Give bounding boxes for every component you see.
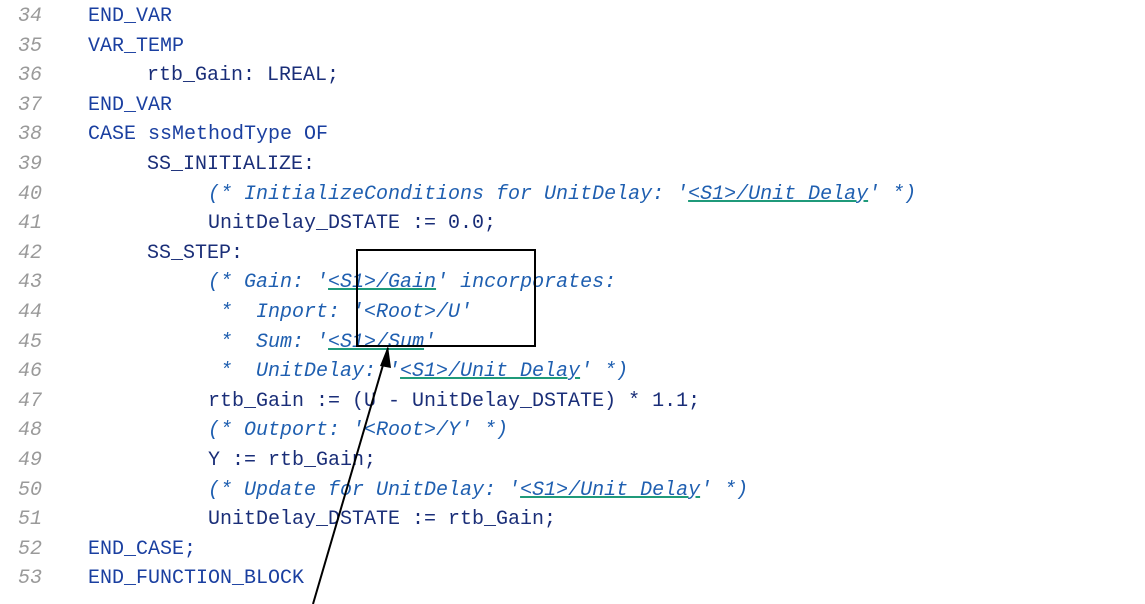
line-number: 52: [18, 537, 43, 561]
code-text: UnitDelay_DSTATE := rtb_Gain;: [208, 505, 556, 535]
code-comment: ' *): [700, 478, 749, 502]
block-link[interactable]: <S1>/Unit Delay: [688, 183, 868, 206]
code-text: (* Update for UnitDelay: '<S1>/Unit Dela…: [208, 476, 748, 506]
line-number: 37: [18, 93, 43, 117]
code-token: SS_STEP:: [147, 241, 244, 265]
code-token: rtb_Gain: LREAL;: [147, 64, 340, 88]
code-comment: * UnitDelay: ': [208, 360, 401, 384]
code-token: END_VAR: [88, 93, 173, 117]
code-token: Y := rtb_Gain;: [208, 449, 377, 472]
code-comment: ': [424, 330, 437, 354]
line-number: 46: [18, 360, 43, 384]
code-text: rtb_Gain: LREAL;: [147, 61, 339, 91]
line-number: 43: [18, 271, 43, 295]
code-token: END_VAR: [88, 5, 173, 28]
code-text: CASE ssMethodType OF: [88, 120, 328, 150]
code-listing: 34 END_VAR 35 VAR_TEMP 36 rtb_Gain: LREAL; 37 E…: [0, 0, 1145, 604]
line-number: 35: [18, 34, 43, 58]
code-comment: (* Update for UnitDelay: ': [208, 478, 521, 502]
line-number: 51: [18, 508, 43, 532]
code-comment: * Inport: '<Root>/U': [208, 301, 473, 324]
code-token: SS_INITIALIZE:: [147, 153, 316, 176]
line-number: 36: [18, 64, 43, 88]
code-text: (* Gain: '<S1>/Gain' incorporates:: [208, 268, 616, 298]
line-number: 47: [18, 389, 43, 413]
code-text: VAR_TEMP: [88, 32, 184, 62]
code-token: CASE ssMethodType OF: [88, 123, 329, 147]
code-token: VAR_TEMP: [88, 34, 185, 58]
code-text: SS_STEP:: [147, 239, 243, 269]
code-token: END_FUNCTION_BLOCK: [88, 567, 305, 591]
code-text: END_VAR: [88, 2, 172, 32]
block-link[interactable]: <S1>/Unit Delay: [520, 479, 700, 502]
line-number: 42: [18, 241, 43, 265]
line-number: 48: [18, 419, 43, 443]
line-number: 53: [18, 567, 43, 591]
code-token: UnitDelay_DSTATE := rtb_Gain;: [208, 508, 557, 532]
code-comment: ' *): [868, 182, 917, 206]
block-link[interactable]: <S1>/Gain: [328, 271, 436, 294]
code-text: END_FUNCTION_BLOCK: [88, 564, 304, 594]
code-token: UnitDelay_DSTATE := 0.0;: [208, 212, 497, 236]
code-text: (* Outport: '<Root>/Y' *): [208, 416, 508, 446]
code-text: rtb_Gain := (U - UnitDelay_DSTATE) * 1.1…: [208, 387, 700, 417]
code-comment: (* Gain: ': [208, 271, 329, 295]
line-number: 38: [18, 123, 43, 147]
code-text: * Inport: '<Root>/U': [208, 298, 472, 328]
line-number: 41: [18, 212, 43, 236]
code-comment: (* Outport: '<Root>/Y' *): [208, 419, 509, 443]
line-number: 39: [18, 153, 43, 176]
code-comment: ' *): [580, 360, 629, 384]
code-text: Y := rtb_Gain;: [208, 446, 376, 476]
code-text: * Sum: '<S1>/Sum': [208, 328, 436, 358]
block-link[interactable]: <S1>/Unit Delay: [400, 360, 580, 383]
code-text: * UnitDelay: '<S1>/Unit Delay' *): [208, 357, 628, 387]
block-link[interactable]: <S1>/Sum: [328, 331, 424, 354]
code-text: SS_INITIALIZE:: [147, 150, 315, 180]
code-comment: * Sum: ': [208, 330, 329, 354]
code-text: END_VAR: [88, 91, 172, 121]
line-number: 34: [18, 5, 43, 28]
line-number: 40: [18, 182, 43, 206]
code-text: UnitDelay_DSTATE := 0.0;: [208, 209, 496, 239]
line-number: 44: [18, 301, 43, 324]
line-number: 50: [18, 478, 43, 502]
line-number: 49: [18, 449, 43, 472]
code-comment: (* InitializeConditions for UnitDelay: ': [208, 182, 689, 206]
line-number: 45: [18, 330, 43, 354]
code-token: rtb_Gain := (U - UnitDelay_DSTATE) * 1.1…: [208, 389, 701, 413]
code-text: (* InitializeConditions for UnitDelay: '…: [208, 180, 916, 210]
code-comment: ' incorporates:: [436, 271, 617, 295]
code-text: END_CASE;: [88, 535, 196, 565]
code-token: END_CASE;: [88, 537, 197, 561]
